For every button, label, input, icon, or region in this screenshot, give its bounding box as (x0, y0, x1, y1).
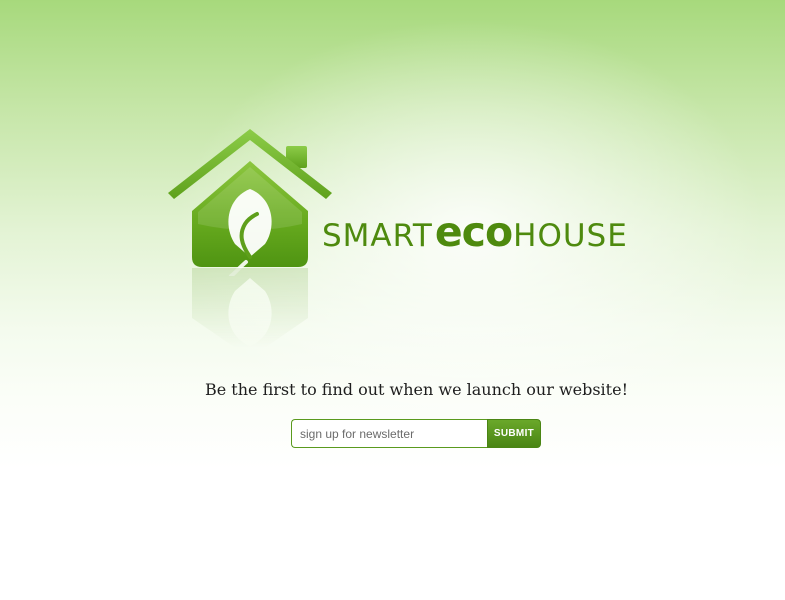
house-leaf-icon (165, 126, 335, 278)
brand-house: HOUSE (513, 218, 628, 254)
page-background (0, 0, 785, 600)
newsletter-form: SUBMIT (291, 419, 541, 448)
brand-smart: SMART (322, 218, 433, 254)
submit-button[interactable]: SUBMIT (487, 419, 541, 448)
brand-wordmark: SMART eco HOUSE (322, 210, 628, 254)
launch-tagline: Be the first to find out when we launch … (204, 380, 628, 399)
logo-reflection (165, 268, 335, 358)
brand-eco: eco (434, 208, 513, 256)
newsletter-email-input[interactable] (291, 419, 487, 448)
